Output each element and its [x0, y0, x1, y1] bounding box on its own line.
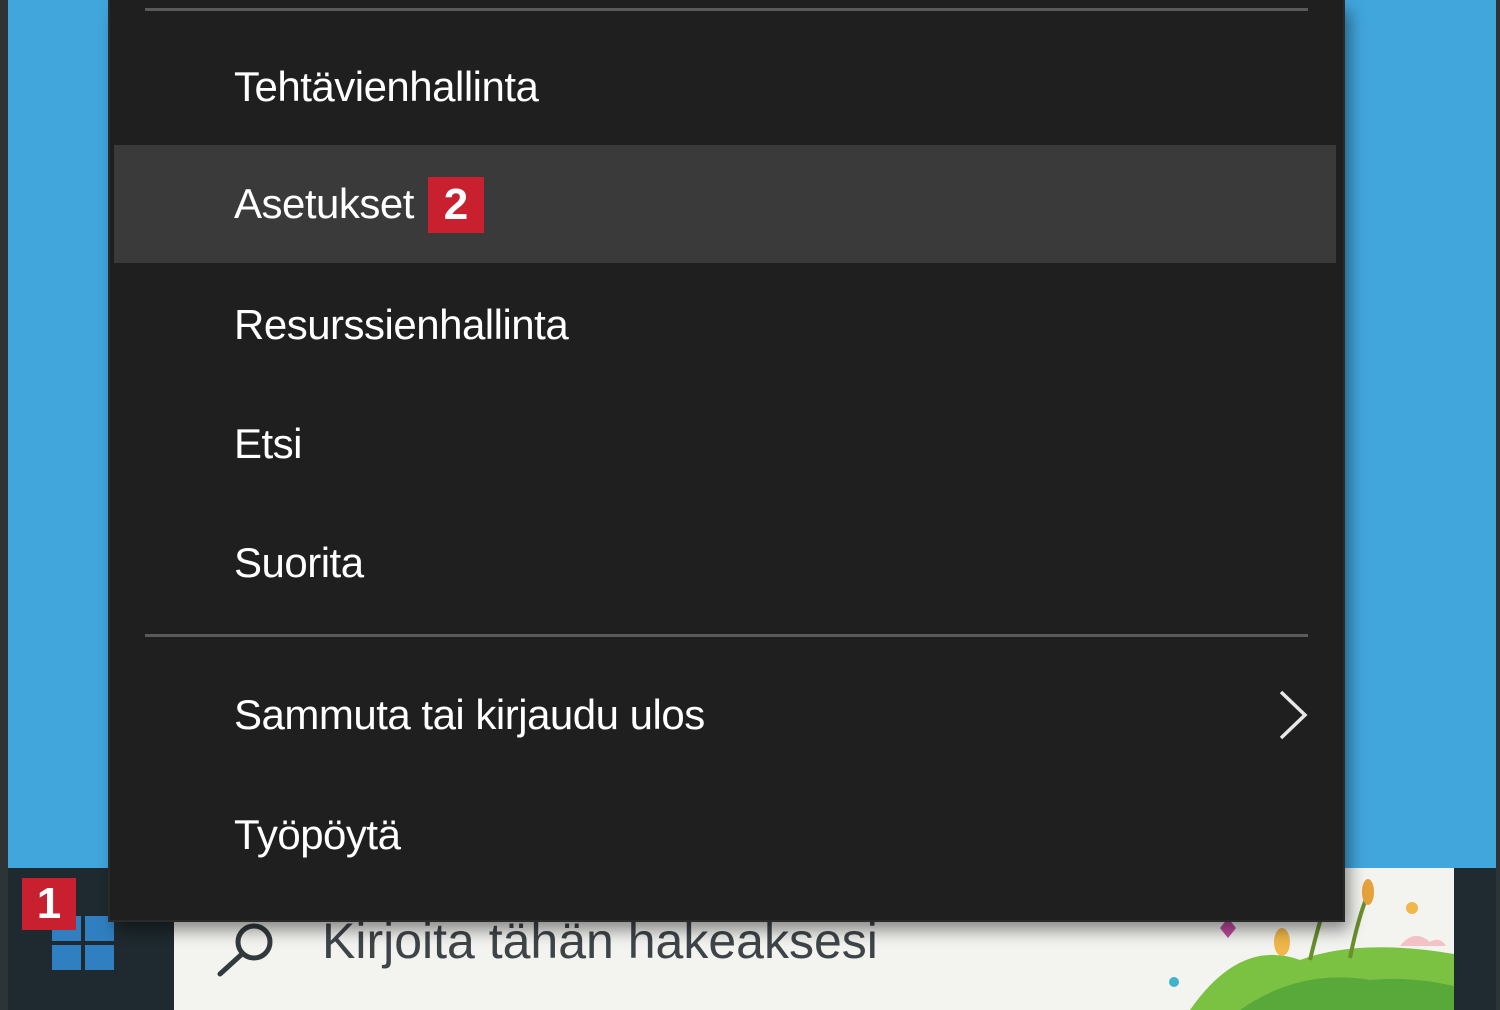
menu-item-desktop[interactable]: Työpöytä [114, 776, 1336, 894]
menu-item-label: Sammuta tai kirjaudu ulos [234, 691, 705, 738]
menu-separator [145, 8, 1308, 11]
menu-separator [145, 634, 1308, 637]
search-icon [217, 923, 273, 977]
menu-item-settings[interactable]: Asetukset [114, 145, 1336, 263]
step-badge-1: 1 [22, 878, 76, 930]
menu-item-label: Asetukset [234, 180, 414, 227]
chevron-right-icon [1279, 690, 1308, 740]
menu-item-task-manager[interactable]: Tehtävienhallinta [114, 28, 1336, 146]
menu-item-search[interactable]: Etsi [114, 385, 1336, 503]
menu-item-label: Etsi [234, 420, 303, 467]
menu-item-file-explorer[interactable]: Resurssienhallinta [114, 266, 1336, 384]
start-context-menu: Tehtävienhallinta Asetukset Resurssienha… [110, 0, 1343, 920]
menu-item-shutdown-signout[interactable]: Sammuta tai kirjaudu ulos [114, 656, 1336, 774]
menu-item-label: Tehtävienhallinta [234, 63, 539, 110]
menu-item-label: Suorita [234, 539, 364, 586]
menu-item-run[interactable]: Suorita [114, 504, 1336, 622]
menu-item-label: Työpöytä [234, 811, 401, 858]
menu-item-label: Resurssienhallinta [234, 301, 569, 348]
step-badge-2: 2 [428, 177, 484, 233]
search-placeholder[interactable]: Kirjoita tähän hakeaksesi [322, 912, 878, 970]
